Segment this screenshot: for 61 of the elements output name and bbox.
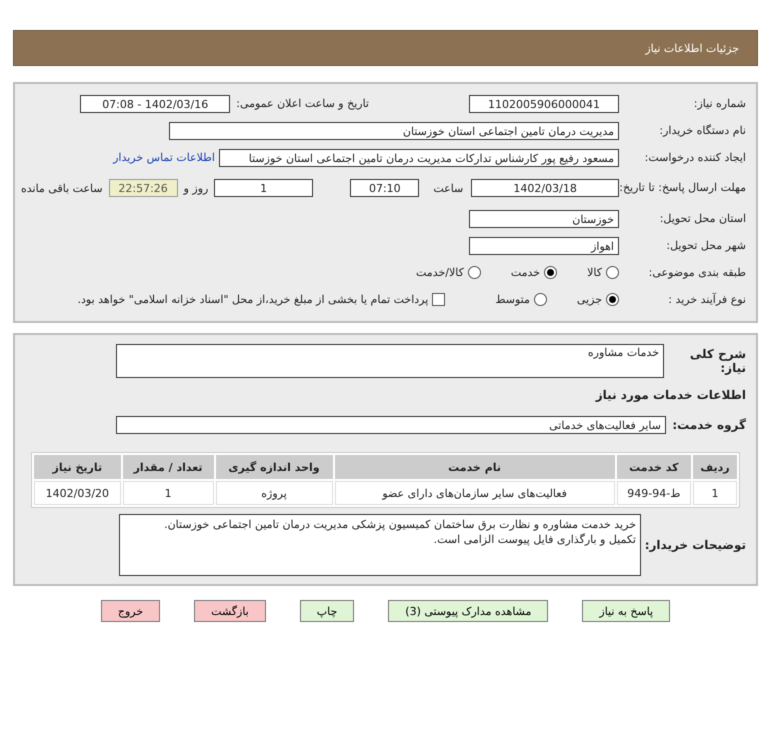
description-field: خدمات مشاوره [116, 344, 664, 378]
requester-field: مسعود رفیع پور کارشناس تدارکات مدیریت درمان تامین اجتماعی استان خوزستا [219, 148, 619, 166]
notes-line: تکمیل و بارگذاری فایل پیوست الزامی است. [432, 532, 636, 547]
service-group-field: سایر فعالیت‌های خدماتی [116, 416, 666, 434]
table-cell: 1402/03/20 [34, 481, 121, 505]
days-field: 1 [214, 179, 313, 197]
remaining-time-field: 22:57:26 [108, 179, 178, 197]
field-label: توضیحات خریدار: [644, 538, 747, 552]
column-header: واحد اندازه گیری [216, 455, 333, 479]
field-label: ایجاد کننده درخواست: [644, 151, 747, 164]
action-button[interactable]: خروج [100, 600, 160, 622]
radio-button[interactable] [606, 293, 619, 306]
buyer-org-field: مدیریت درمان تامین اجتماعی استان خوزستان [169, 122, 619, 140]
city-field: اهواز [469, 236, 619, 254]
deadline-date-field: 1402/03/18 [471, 179, 619, 197]
radio-label: کالا [587, 266, 602, 279]
section-heading: اطلاعات خدمات مورد نیاز [594, 388, 747, 402]
action-button[interactable]: چاپ [300, 600, 354, 622]
radio-button[interactable] [468, 266, 481, 279]
province-field: خوزستان [469, 210, 619, 228]
need-number-field: 1102005906000041 [469, 94, 619, 112]
field-label: نوع فرآیند خرید : [667, 293, 747, 306]
checkbox[interactable] [432, 293, 446, 306]
field-label: شماره نیاز: [692, 97, 747, 110]
field-label: روز و [184, 182, 208, 194]
radio-label: کالا/خدمت [416, 266, 464, 279]
field-label: نام دستگاه خریدار: [658, 124, 747, 137]
column-header: نام خدمت [334, 455, 615, 479]
table-cell: 1 [122, 481, 214, 505]
action-button[interactable]: پاسخ به نیاز [582, 600, 670, 622]
action-button[interactable]: بازگشت [194, 600, 266, 622]
radio-button[interactable] [544, 266, 558, 279]
table-cell: فعالیت‌های سایر سازمان‌های دارای عضو [334, 481, 615, 505]
table-cell: پروژه [216, 481, 333, 505]
announce-date-field: 1402/03/16 - 07:08 [80, 94, 230, 112]
field-label: شرح کلی نیاز: [688, 347, 747, 375]
page-title: جزئیات اطلاعات نیاز [645, 42, 739, 54]
action-button[interactable]: مشاهده مدارک پیوستی (3) [388, 600, 548, 622]
field-label: طبقه بندی موضوعی: [648, 266, 747, 279]
field-label: تاریخ و ساعت اعلان عمومی: [236, 97, 369, 110]
checkbox-label: پرداخت تمام یا بخشی از مبلغ خرید،از محل "اسناد خزانه اسلامی" خواهد بود. [78, 293, 428, 306]
notes-line: خرید خدمت مشاوره و نظارت برق ساختمان کمیسیون پزشکی مدیریت درمان تامین اجتماعی خوزستان. [163, 517, 636, 532]
radio-label: خدمت [510, 266, 540, 279]
field-label: شهر محل تحویل: [665, 239, 747, 252]
column-header: ردیف [693, 455, 737, 479]
field-label: گروه خدمت: [671, 418, 747, 432]
radio-label: جزیی [576, 293, 602, 306]
radio-label: متوسط [495, 293, 530, 306]
field-label: مهلت ارسال پاسخ: تا تاریخ: [619, 181, 747, 195]
field-label: ساعت [433, 182, 464, 194]
field-label: استان محل تحویل: [658, 212, 747, 225]
column-header: تعداد / مقدار [122, 455, 214, 479]
field-label: ساعت باقی مانده [20, 182, 103, 194]
deadline-time-field: 07:10 [350, 179, 420, 197]
table-cell: ط-94-949 [616, 481, 692, 505]
radio-button[interactable] [606, 266, 619, 279]
table-cell: 1 [693, 481, 737, 505]
column-header: تاریخ نیاز [34, 455, 121, 479]
radio-button[interactable] [534, 293, 547, 306]
contact-link[interactable]: اطلاعات تماس خریدار [113, 151, 215, 164]
column-header: کد خدمت [616, 455, 692, 479]
